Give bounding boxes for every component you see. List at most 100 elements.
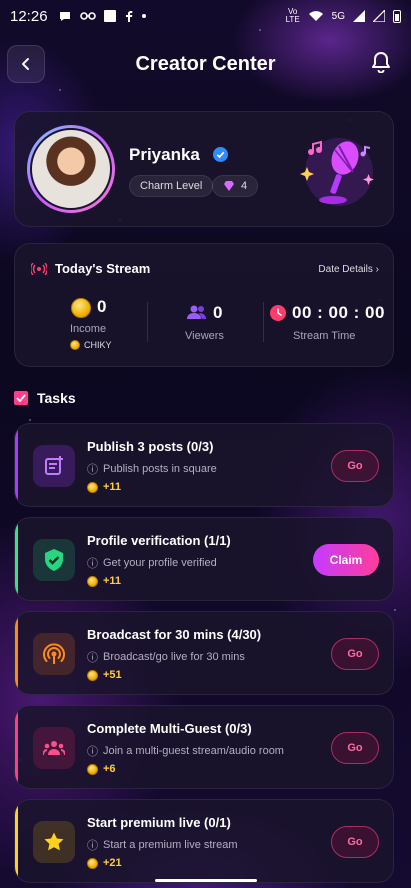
task-accent-bar [15,706,18,788]
live-signal-icon [31,262,47,275]
task-description-text: Join a multi-guest stream/audio room [103,745,284,757]
stream-title: Today's Stream [55,261,151,276]
task-description: ⓘ Broadcast/go live for 30 mins [87,649,245,665]
tasks-title: Tasks [37,390,76,406]
task-reward-value: +51 [103,669,122,681]
info-icon: ⓘ [87,840,98,852]
task-reward: +51 [87,669,122,681]
charm-level-value: 4 [241,180,248,192]
notification-button[interactable] [371,51,391,78]
profile-name: Priyanka [129,145,200,164]
app-header: Creator Center [0,45,411,87]
stream-header: Today's Stream [31,261,150,276]
page-title: Creator Center [135,53,276,75]
bell-icon [372,52,390,74]
coin-icon [87,481,98,493]
go-button[interactable]: Go [331,638,379,670]
tasks-header: Tasks [14,390,76,406]
task-description-text: Get your profile verified [103,557,217,569]
stream-time-value: 00 : 00 : 00 [292,303,385,322]
glasses-icon [79,12,96,20]
task-accent-bar [15,424,18,506]
shield-check-icon [33,539,75,581]
income-label: Income [70,323,107,335]
notification-dot-icon [141,14,146,18]
clock-icon [270,305,286,321]
currency-label: CHIKY [84,340,112,350]
info-icon: ⓘ [87,558,98,570]
charm-level-badge: Charm Level [129,175,214,197]
avatar-image [30,128,112,210]
divider [263,302,264,342]
viewers-icon [187,305,206,319]
date-details-label: Date Details [318,264,373,275]
group-icon [33,727,75,769]
app-icon [103,10,116,22]
coin-icon [87,763,98,775]
charm-level-value-badge: 4 [212,175,259,197]
status-bar: 12:26 Vo LTE 5G [0,0,411,32]
coin-icon [87,669,98,681]
task-description-text: Publish posts in square [103,463,217,475]
status-time: 12:26 [10,7,48,25]
task-description: ⓘ Join a multi-guest stream/audio room [87,743,284,759]
task-description: ⓘ Get your profile verified [87,555,217,571]
info-icon: ⓘ [87,652,98,664]
task-title: Broadcast for 30 mins (4/30) [87,627,262,642]
broadcast-icon [33,633,75,675]
task-card: Complete Multi-Guest (0/3) ⓘ Join a multi… [14,705,394,789]
task-card: Publish 3 posts (0/3) ⓘ Publish posts in … [14,423,394,507]
facebook-icon [125,11,132,22]
charm-level-label: Charm Level [140,180,203,192]
income-value: 0 [97,297,107,316]
wifi-icon [308,11,323,21]
viewers-label: Viewers [185,330,224,342]
task-description-text: Start a premium live stream [103,839,238,851]
viewers-value: 0 [213,303,223,322]
task-accent-bar [15,518,18,600]
task-card: Profile verification (1/1) ⓘ Get your pro… [14,517,394,601]
chevron-right-icon: › [375,264,379,275]
task-card: Broadcast for 30 mins (4/30) ⓘ Broadcast/… [14,611,394,695]
coin-icon [71,298,91,318]
battery-icon [393,9,401,23]
chat-icon [59,12,70,21]
task-accent-bar [15,612,18,694]
task-reward-value: +6 [103,763,116,775]
diamond-icon [224,181,234,191]
task-card: Start premium live (0/1) ⓘ Start a premiu… [14,799,394,883]
claim-button[interactable]: Claim [313,544,379,576]
go-button[interactable]: Go [331,450,379,482]
task-accent-bar [15,800,18,882]
date-details-link[interactable]: Date Details › [318,264,379,275]
avatar[interactable] [27,125,115,213]
task-title: Complete Multi-Guest (0/3) [87,721,252,736]
signal-icon [373,10,385,22]
go-button[interactable]: Go [331,826,379,858]
network-label: 5G [331,10,345,22]
go-button[interactable]: Go [331,732,379,764]
task-reward-value: +11 [103,481,122,493]
info-icon: ⓘ [87,464,98,476]
task-reward: +11 [87,575,121,587]
task-reward: +11 [87,481,121,493]
signal-icon [353,10,365,22]
microphone-icon [300,138,374,206]
coin-icon [87,857,98,869]
star-icon [33,821,75,863]
task-reward: +21 [87,857,122,869]
home-indicator[interactable] [155,879,257,882]
task-reward-value: +11 [103,575,122,587]
divider [147,302,148,342]
task-title: Publish 3 posts (0/3) [87,439,214,454]
task-description: ⓘ Start a premium live stream [87,837,237,853]
info-icon: ⓘ [87,746,98,758]
task-description-text: Broadcast/go live for 30 mins [103,651,245,663]
task-title: Start premium live (0/1) [87,815,231,830]
volte-icon: Vo LTE [285,7,300,24]
verified-badge-icon [213,147,228,162]
task-reward: +6 [87,763,116,775]
profile-card: Priyanka Charm Level 4 [14,111,394,227]
task-title: Profile verification (1/1) [87,533,231,548]
stream-time-label: Stream Time [293,330,356,342]
